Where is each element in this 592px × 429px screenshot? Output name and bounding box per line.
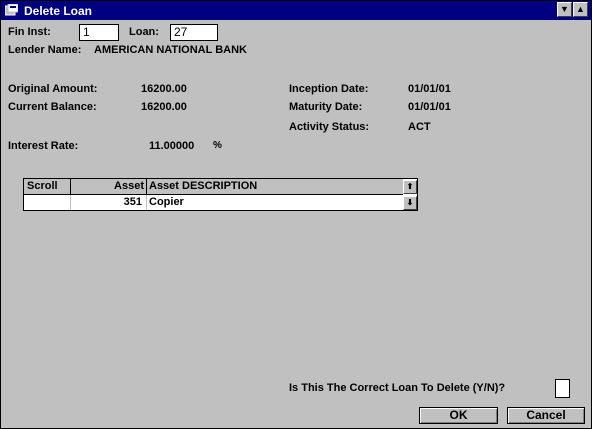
fin-inst-label: Fin Inst: [8, 26, 51, 38]
lender-name-label: Lender Name: [8, 44, 82, 56]
title-bar: Delete Loan ▼ ▲ [1, 1, 591, 20]
maturity-date-value: 01/01/01 [408, 101, 451, 113]
arrow-up-icon: ⬆ [406, 182, 414, 191]
asset-grid: Scroll Asset Asset DESCRIPTION 351 Copie… [23, 178, 418, 211]
confirm-answer-field[interactable] [555, 379, 570, 398]
scroll-up-button[interactable]: ⬆ [403, 180, 417, 194]
arrow-down-icon: ⬇ [406, 198, 414, 207]
table-row-scroll-cell[interactable] [24, 195, 71, 210]
minimize-button[interactable]: ▼ [557, 2, 572, 17]
interest-rate-label: Interest Rate: [8, 140, 79, 152]
interest-rate-value: 11.00000 [149, 140, 195, 152]
activity-status-label: Activity Status: [289, 121, 370, 133]
scroll-down-button[interactable]: ⬇ [403, 196, 417, 210]
interest-rate-unit: % [213, 140, 222, 151]
maximize-button[interactable]: ▲ [573, 2, 588, 17]
confirm-question: Is This The Correct Loan To Delete (Y/N)… [289, 382, 506, 394]
original-amount-value: 16200.00 [141, 83, 187, 95]
original-amount-label: Original Amount: [8, 83, 98, 95]
current-balance-label: Current Balance: [8, 101, 97, 113]
column-header-scroll: Scroll [24, 179, 71, 195]
chevron-up-icon: ▲ [576, 4, 585, 14]
cancel-button[interactable]: Cancel [507, 407, 585, 424]
inception-date-value: 01/01/01 [408, 83, 451, 95]
loan-field[interactable]: 27 [170, 24, 218, 41]
delete-loan-window: Delete Loan ▼ ▲ Fin Inst: 1 Loan: 27 Len… [0, 0, 592, 429]
current-balance-value: 16200.00 [141, 101, 187, 113]
app-icon [5, 4, 18, 16]
ok-button[interactable]: OK [419, 407, 498, 424]
column-header-description: Asset DESCRIPTION [147, 179, 403, 195]
lender-name-value: AMERICAN NATIONAL BANK [94, 44, 247, 56]
chevron-down-icon: ▼ [560, 4, 569, 14]
inception-date-label: Inception Date: [289, 83, 369, 95]
window-title: Delete Loan [24, 4, 93, 18]
loan-label: Loan: [129, 26, 159, 38]
column-header-asset: Asset [71, 179, 147, 195]
fin-inst-field[interactable]: 1 [79, 24, 119, 41]
activity-status-value: ACT [408, 121, 431, 133]
maturity-date-label: Maturity Date: [289, 101, 363, 113]
table-row-asset-cell[interactable]: 351 [71, 195, 147, 210]
table-row-description-cell[interactable]: Copier [147, 195, 397, 210]
